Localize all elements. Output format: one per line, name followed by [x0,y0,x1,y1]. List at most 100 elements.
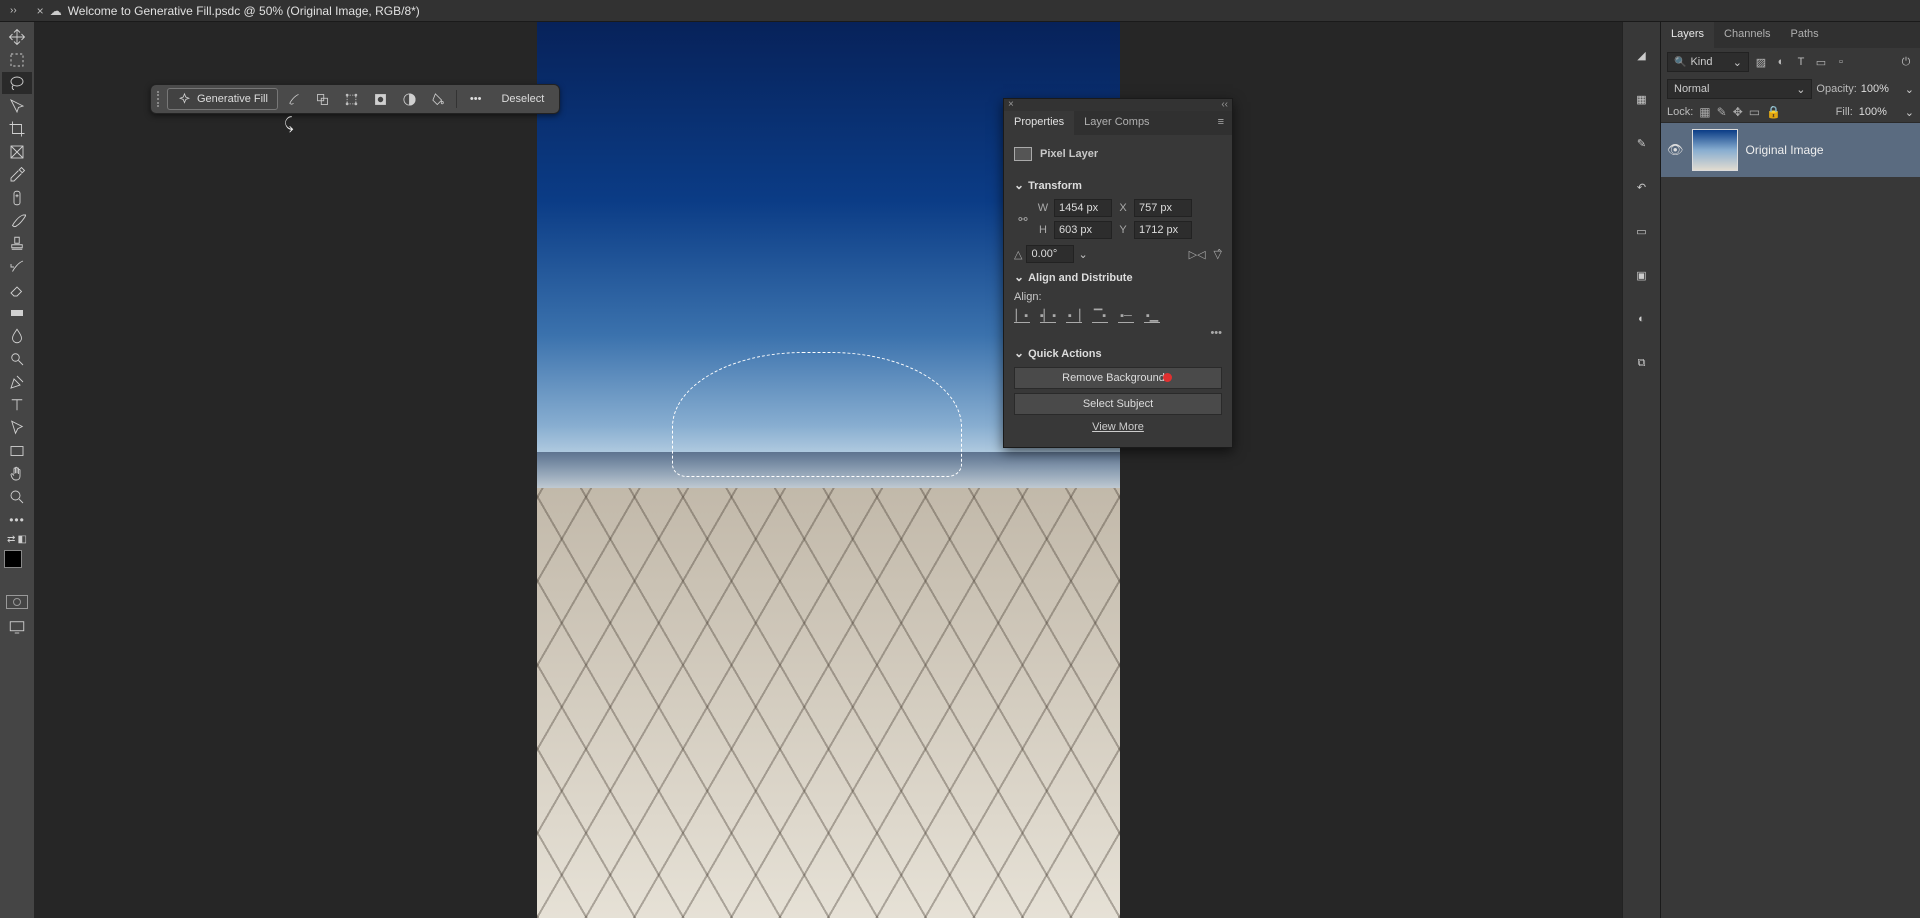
frame-tool[interactable] [2,141,32,163]
history-brush-tool[interactable] [2,256,32,278]
lock-artboard-icon[interactable]: ▭ [1749,105,1760,119]
history-panel-icon[interactable]: ↶ [1631,176,1653,198]
align-more-icon[interactable]: ••• [1014,327,1222,339]
align-left-icon[interactable]: ▏▪ [1014,309,1030,323]
filter-adjust-icon[interactable]: ◐ [1773,54,1789,70]
modify-selection-icon[interactable] [309,88,336,110]
eraser-tool[interactable] [2,279,32,301]
lock-image-icon[interactable]: ✎ [1717,105,1727,119]
quick-mask-icon[interactable] [6,595,28,609]
properties-tab[interactable]: Properties [1004,111,1074,135]
swatches-panel-icon[interactable]: ▦ [1631,88,1653,110]
lock-position-icon[interactable]: ✥ [1733,105,1743,119]
opacity-dropdown-icon[interactable]: ⌄ [1905,83,1914,96]
lock-all-icon[interactable]: 🔒 [1766,105,1781,119]
align-right-icon[interactable]: ▪▕ [1066,309,1082,323]
layers-tab[interactable]: Layers [1661,22,1714,48]
drag-handle-icon[interactable] [157,91,161,107]
stamp-tool[interactable] [2,233,32,255]
filter-type-icon[interactable]: T [1793,54,1809,70]
rectangle-tool[interactable] [2,440,32,462]
swap-colors-icon[interactable]: ⇄ [7,534,15,545]
layer-filter-kind[interactable]: Kind [1667,52,1749,72]
angle-input[interactable] [1026,245,1074,263]
transform-section-header[interactable]: Transform [1014,179,1222,193]
view-more-link[interactable]: View More [1014,421,1222,433]
x-input[interactable] [1134,199,1192,217]
edit-toolbar-icon[interactable]: ••• [9,513,25,527]
filter-smart-icon[interactable]: ▫ [1833,54,1849,70]
libraries-panel-icon[interactable]: ▣ [1631,264,1653,286]
lasso-tool[interactable] [2,72,32,94]
remove-background-button[interactable]: Remove Background [1014,367,1222,389]
screen-mode-icon[interactable] [2,616,32,638]
fill-icon[interactable] [425,88,452,110]
more-options-button[interactable]: ••• [461,88,491,110]
hand-tool[interactable] [2,463,32,485]
filter-shape-icon[interactable]: ▭ [1813,54,1829,70]
fill-dropdown-icon[interactable]: ⌄ [1905,106,1914,119]
cc-panel-icon[interactable]: ⧉ [1631,352,1653,374]
mask-icon[interactable] [367,88,394,110]
lock-transparency-icon[interactable]: ▦ [1699,105,1710,119]
quick-actions-header[interactable]: Quick Actions [1014,347,1222,361]
properties-panel[interactable]: ×‹‹ Properties Layer Comps ≡ Pixel Layer… [1003,98,1233,448]
zoom-tool[interactable] [2,486,32,508]
layer-item[interactable]: 👁 Original Image [1661,123,1920,177]
type-tool[interactable] [2,394,32,416]
blur-tool[interactable] [2,325,32,347]
document-tab[interactable]: × ☁ Welcome to Generative Fill.psdc @ 50… [37,4,420,18]
height-input[interactable] [1054,221,1112,239]
adjustments-panel-icon[interactable]: ◐ [1631,308,1653,330]
brush-selection-icon[interactable] [280,88,307,110]
generative-fill-button[interactable]: Generative Fill [167,88,278,110]
path-select-tool[interactable] [2,417,32,439]
crop-tool[interactable] [2,118,32,140]
adjustment-icon[interactable] [396,88,423,110]
color-swatch[interactable] [4,550,30,576]
flip-horizontal-icon[interactable]: ▷◁ [1189,248,1206,261]
angle-dropdown-icon[interactable]: ⌄ [1078,248,1087,261]
deselect-button[interactable]: Deselect [492,88,553,110]
align-vcenter-icon[interactable]: ▪─ [1118,309,1134,323]
move-tool[interactable] [2,26,32,48]
close-tab-icon[interactable]: × [37,4,44,18]
layer-visibility-icon[interactable]: 👁 [1667,142,1684,158]
opacity-value[interactable]: 100% [1861,83,1901,95]
layer-thumbnail[interactable] [1692,129,1738,171]
properties-panel-icon[interactable]: ▭ [1631,220,1653,242]
layer-name[interactable]: Original Image [1746,143,1824,157]
filter-pixel-icon[interactable]: ▨ [1753,54,1769,70]
panel-collapse-icon[interactable]: ‹‹ [1221,99,1228,111]
panel-close-icon[interactable]: × [1008,99,1014,111]
paths-tab[interactable]: Paths [1781,22,1829,48]
blend-mode-select[interactable]: Normal [1667,79,1812,99]
align-hcenter-icon[interactable]: ▪▏▪ [1040,309,1056,323]
align-top-icon[interactable]: ▔▪ [1092,309,1108,323]
pen-tool[interactable] [2,371,32,393]
brushes-panel-icon[interactable]: ✎ [1631,132,1653,154]
select-subject-button[interactable]: Select Subject [1014,393,1222,415]
healing-tool[interactable] [2,187,32,209]
align-bottom-icon[interactable]: ▪▁ [1144,309,1160,323]
dodge-tool[interactable] [2,348,32,370]
y-input[interactable] [1134,221,1192,239]
canvas-area[interactable]: ⤹ Generative Fill ••• Deselect [34,22,1622,918]
layer-comps-tab[interactable]: Layer Comps [1074,111,1159,135]
channels-tab[interactable]: Channels [1714,22,1780,48]
align-section-header[interactable]: Align and Distribute [1014,271,1222,285]
gradient-tool[interactable] [2,302,32,324]
brush-tool[interactable] [2,210,32,232]
contextual-task-bar[interactable]: Generative Fill ••• Deselect [150,84,560,114]
link-dimensions-icon[interactable]: ⚯ [1014,213,1032,226]
color-panel-icon[interactable]: ◢ [1631,44,1653,66]
marquee-tool[interactable] [2,49,32,71]
flip-vertical-icon[interactable]: ▽̂ [1214,248,1222,261]
default-colors-icon[interactable]: ◧ [18,534,27,545]
expand-panels-icon[interactable]: ›› [10,5,17,16]
width-input[interactable] [1054,199,1112,217]
transform-selection-icon[interactable] [338,88,365,110]
panel-menu-icon[interactable]: ≡ [1210,111,1232,135]
filter-toggle-icon[interactable]: ⏻ [1898,54,1914,70]
quick-select-tool[interactable] [2,95,32,117]
